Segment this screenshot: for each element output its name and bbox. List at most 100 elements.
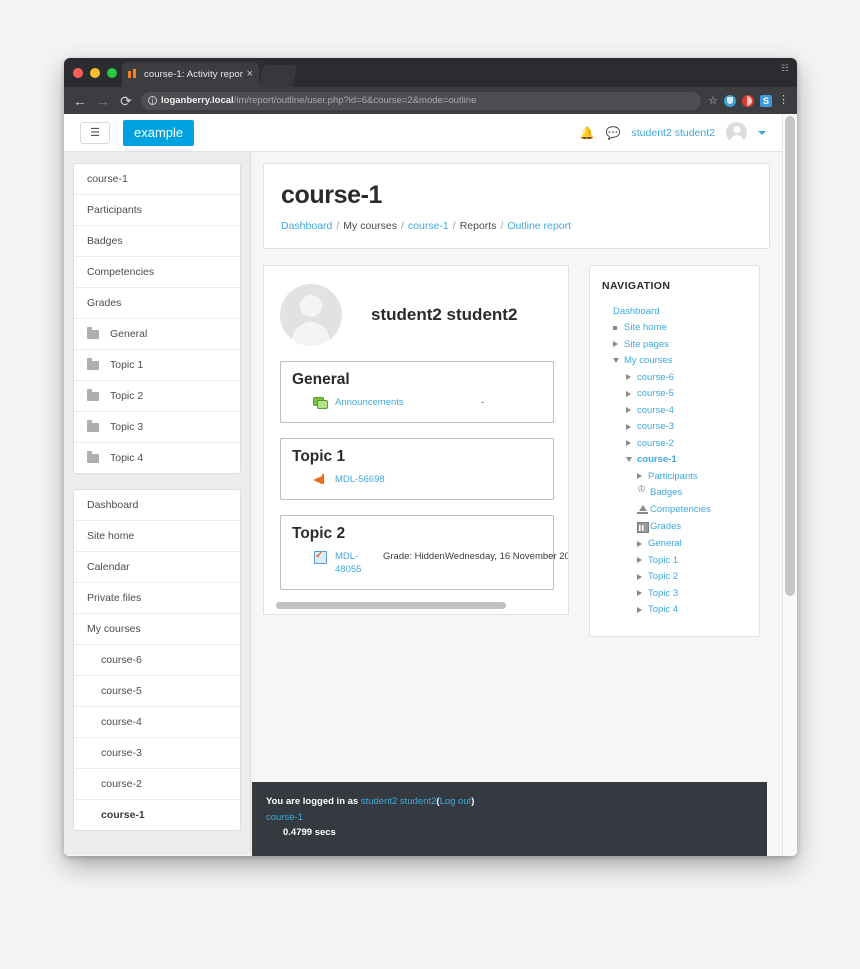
nav-tree-link[interactable]: Participants bbox=[648, 471, 698, 482]
chevron-right-icon[interactable] bbox=[626, 440, 637, 447]
window-menu-icon[interactable]: ☷ bbox=[781, 64, 789, 73]
horizontal-scrollbar-thumb[interactable] bbox=[276, 602, 506, 610]
nav-tree-link[interactable]: course-3 bbox=[637, 422, 674, 432]
nav-tree-link[interactable]: course-4 bbox=[637, 405, 674, 416]
nav-tree-item-participants[interactable]: Participants bbox=[602, 468, 747, 485]
nav-tree-item-course-2[interactable]: course-2 bbox=[602, 435, 747, 452]
bookmark-star-icon[interactable]: ☆ bbox=[708, 94, 718, 107]
chevron-down-icon[interactable] bbox=[613, 358, 624, 364]
minimize-window-button[interactable] bbox=[90, 68, 100, 78]
user-menu-name[interactable]: student2 student2 bbox=[632, 127, 715, 139]
maximize-window-button[interactable] bbox=[107, 68, 117, 78]
close-window-button[interactable] bbox=[73, 68, 83, 78]
hamburger-menu-icon[interactable]: ☰ bbox=[80, 121, 110, 144]
drawer-item-course-1[interactable]: course-1 bbox=[74, 164, 240, 195]
nav-tree-link[interactable]: Badges bbox=[650, 488, 682, 498]
address-bar[interactable]: i loganberry.local /im/report/outline/us… bbox=[141, 91, 702, 110]
nav-tree-link[interactable]: Topic 3 bbox=[648, 588, 678, 599]
chevron-right-icon[interactable] bbox=[637, 606, 648, 613]
nav-tree-link[interactable]: Competencies bbox=[650, 505, 711, 515]
avatar[interactable] bbox=[726, 122, 747, 143]
drawer-item-site-home[interactable]: Site home bbox=[74, 521, 240, 552]
nav-tree-link[interactable]: course-5 bbox=[637, 389, 674, 399]
messages-bubble-icon[interactable]: 💬 bbox=[606, 127, 621, 139]
chevron-down-icon[interactable] bbox=[626, 457, 637, 463]
extension-square-icon[interactable]: S bbox=[760, 94, 772, 107]
breadcrumb-item-course-1[interactable]: course-1 bbox=[408, 220, 449, 232]
nav-tree-item-topic-3[interactable]: Topic 3 bbox=[602, 585, 747, 602]
drawer-item-topic-3[interactable]: Topic 3 bbox=[74, 412, 240, 443]
nav-tree-link[interactable]: Grades bbox=[650, 522, 681, 532]
site-info-icon[interactable]: i bbox=[148, 96, 157, 106]
nav-tree-item-course-3[interactable]: course-3 bbox=[602, 419, 747, 436]
footer-user-link[interactable]: student2 student2 bbox=[361, 796, 437, 807]
nav-tree-item-competencies[interactable]: Competencies bbox=[602, 502, 747, 519]
activity-link[interactable]: MDL-56698 bbox=[335, 473, 455, 487]
drawer-item-grades[interactable]: Grades bbox=[74, 288, 240, 319]
drawer-item-my-courses[interactable]: My courses bbox=[74, 614, 240, 645]
nav-tree-item-topic-4[interactable]: Topic 4 bbox=[602, 602, 747, 619]
drawer-item-private-files[interactable]: Private files bbox=[74, 583, 240, 614]
nav-tree-link[interactable]: Site home bbox=[624, 323, 667, 333]
drawer-item-course-2[interactable]: course-2 bbox=[74, 769, 240, 800]
nav-tree-item-site-home[interactable]: Site home bbox=[602, 320, 747, 337]
footer-course-link[interactable]: course-1 bbox=[266, 812, 303, 823]
drawer-item-topic-2[interactable]: Topic 2 bbox=[74, 381, 240, 412]
activity-link[interactable]: Announcements bbox=[335, 396, 455, 410]
breadcrumb-item-dashboard[interactable]: Dashboard bbox=[281, 220, 332, 232]
nav-tree-link[interactable]: General bbox=[648, 539, 682, 549]
nav-tree-link[interactable]: course-1 bbox=[637, 455, 677, 465]
nav-tree-item-course-4[interactable]: course-4 bbox=[602, 402, 747, 419]
drawer-item-topic-4[interactable]: Topic 4 bbox=[74, 443, 240, 473]
chevron-right-icon[interactable] bbox=[626, 407, 637, 414]
drawer-item-dashboard[interactable]: Dashboard bbox=[74, 490, 240, 521]
nav-tree-link[interactable]: Topic 1 bbox=[648, 555, 678, 566]
nav-tree-link[interactable]: course-2 bbox=[637, 438, 674, 449]
nav-tree-item-dashboard[interactable]: Dashboard bbox=[602, 303, 747, 320]
nav-tree-item-general[interactable]: General bbox=[602, 536, 747, 553]
nav-tree-item-grades[interactable]: Grades bbox=[602, 519, 747, 536]
chevron-right-icon[interactable] bbox=[637, 590, 648, 597]
drawer-item-course-4[interactable]: course-4 bbox=[74, 707, 240, 738]
nav-tree-item-course-1[interactable]: course-1 bbox=[602, 452, 747, 469]
browser-menu-icon[interactable]: ⋮ bbox=[778, 95, 789, 106]
chevron-right-icon[interactable] bbox=[637, 473, 648, 480]
nav-tree-item-topic-2[interactable]: Topic 2 bbox=[602, 569, 747, 586]
drawer-item-course-1[interactable]: course-1 bbox=[74, 800, 240, 830]
nav-tree-link[interactable]: My courses bbox=[624, 356, 673, 366]
breadcrumb-item-outline-report[interactable]: Outline report bbox=[507, 220, 571, 232]
extension-red-icon[interactable] bbox=[742, 94, 754, 107]
nav-tree-item-badges[interactable]: Badges bbox=[602, 485, 747, 502]
nav-tree-item-course-6[interactable]: course-6 bbox=[602, 369, 747, 386]
drawer-item-course-6[interactable]: course-6 bbox=[74, 645, 240, 676]
nav-tree-link[interactable]: Topic 4 bbox=[648, 605, 678, 615]
nav-tree-link[interactable]: course-6 bbox=[637, 372, 674, 383]
drawer-item-participants[interactable]: Participants bbox=[74, 195, 240, 226]
close-tab-icon[interactable]: × bbox=[243, 69, 253, 80]
bullet-icon[interactable] bbox=[613, 325, 624, 330]
drawer-item-badges[interactable]: Badges bbox=[74, 226, 240, 257]
chevron-right-icon[interactable] bbox=[626, 374, 637, 381]
notifications-bell-icon[interactable]: 🔔 bbox=[580, 127, 595, 139]
nav-tree-item-topic-1[interactable]: Topic 1 bbox=[602, 552, 747, 569]
drawer-item-general[interactable]: General bbox=[74, 319, 240, 350]
chevron-right-icon[interactable] bbox=[637, 573, 648, 580]
drawer-item-topic-1[interactable]: Topic 1 bbox=[74, 350, 240, 381]
nav-tree-item-site-pages[interactable]: Site pages bbox=[602, 336, 747, 353]
new-tab-button[interactable] bbox=[258, 65, 298, 87]
chevron-right-icon[interactable] bbox=[626, 423, 637, 430]
drawer-item-course-5[interactable]: course-5 bbox=[74, 676, 240, 707]
nav-tree-item-my-courses[interactable]: My courses bbox=[602, 353, 747, 370]
drawer-item-competencies[interactable]: Competencies bbox=[74, 257, 240, 288]
nav-tree-link[interactable]: Site pages bbox=[624, 339, 669, 350]
window-controls[interactable] bbox=[73, 68, 117, 78]
page-scrollbar[interactable] bbox=[782, 114, 797, 856]
browser-tab[interactable]: course-1: Activity report × bbox=[122, 62, 259, 87]
nav-tree-item-course-5[interactable]: course-5 bbox=[602, 386, 747, 403]
extension-teal-icon[interactable] bbox=[724, 94, 736, 107]
reload-button[interactable]: ⟳ bbox=[118, 94, 134, 108]
back-button[interactable]: ← bbox=[72, 94, 88, 108]
nav-tree-link[interactable]: Dashboard bbox=[613, 306, 659, 317]
forward-button[interactable]: → bbox=[95, 94, 111, 108]
logout-link[interactable]: Log out bbox=[440, 796, 472, 807]
